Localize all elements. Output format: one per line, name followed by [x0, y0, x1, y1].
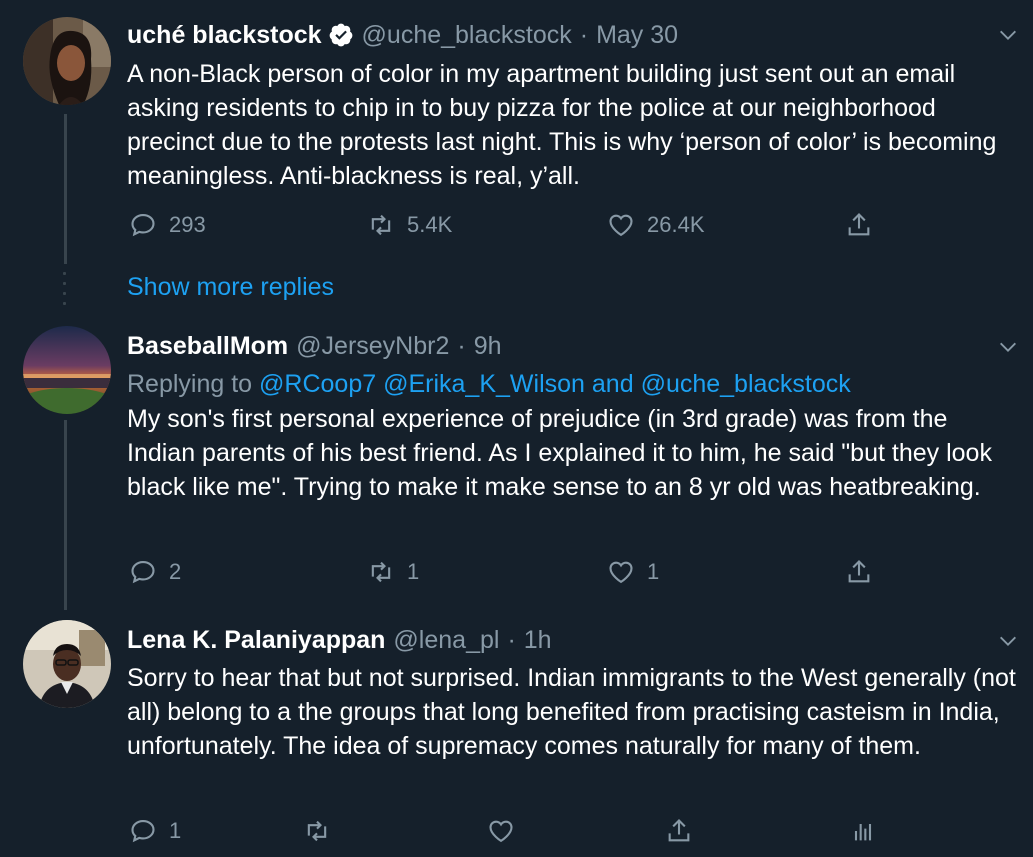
tweet-text: A non-Black person of color in my apartm…	[127, 60, 997, 190]
display-name[interactable]: uché blackstock	[127, 17, 322, 53]
retweet-button[interactable]	[303, 814, 331, 848]
display-name[interactable]: Lena K. Palaniyappan	[127, 622, 385, 658]
avatar[interactable]	[23, 17, 111, 105]
timestamp[interactable]: May 30	[596, 17, 678, 53]
retweet-icon	[371, 561, 391, 583]
mention-connector: and	[591, 370, 634, 398]
reply-button[interactable]: 2	[129, 555, 181, 589]
retweet-count: 1	[407, 559, 420, 584]
tweet-text: My son's first personal experience of pr…	[127, 405, 992, 501]
heart-icon	[489, 820, 513, 843]
mention-link[interactable]: @RCoop7	[259, 370, 376, 398]
avatar[interactable]	[23, 326, 111, 414]
reply-count: 2	[169, 559, 182, 584]
retweet-icon	[307, 820, 327, 842]
like-button[interactable]	[487, 814, 515, 848]
like-button[interactable]: 26.4K	[607, 208, 705, 242]
tweet-actions: 2 1 1	[127, 555, 1007, 589]
display-name[interactable]: BaseballMom	[127, 328, 288, 364]
handle[interactable]: @lena_pl	[393, 622, 499, 658]
avatar[interactable]	[23, 620, 111, 708]
retweet-icon	[371, 214, 391, 236]
verified-badge-icon	[328, 22, 354, 48]
handle[interactable]: @JerseyNbr2	[296, 328, 449, 364]
reply-icon	[131, 820, 155, 843]
analytics-icon	[854, 824, 872, 841]
timestamp[interactable]: 1h	[524, 622, 552, 658]
reply-button[interactable]: 293	[129, 208, 206, 242]
separator: ·	[457, 332, 466, 360]
thread-line	[64, 420, 67, 610]
heart-icon	[609, 561, 633, 584]
chevron-down-icon[interactable]	[997, 630, 1019, 652]
analytics-button[interactable]	[849, 814, 877, 848]
retweet-count: 5.4K	[407, 212, 453, 237]
tweet-header: Lena K. Palaniyappan @lena_pl · 1h	[127, 622, 552, 658]
retweet-button[interactable]: 1	[367, 555, 419, 589]
share-icon	[848, 560, 870, 583]
reply-icon	[131, 214, 155, 237]
like-count: 1	[647, 559, 660, 584]
share-button[interactable]	[845, 208, 873, 242]
thread-line	[64, 114, 67, 264]
tweet-actions: 1	[127, 814, 1007, 848]
reply-button[interactable]: 1	[129, 814, 181, 848]
reply-icon	[131, 561, 155, 584]
separator: ·	[507, 626, 516, 654]
show-more-replies-link[interactable]: Show more replies	[127, 270, 334, 304]
handle[interactable]: @uche_blackstock	[362, 17, 572, 53]
tweet-text: Sorry to hear that but not surprised. In…	[127, 664, 1016, 760]
replying-to-label: Replying to	[127, 370, 253, 398]
tweet-header: uché blackstock @uche_blackstock · May 3…	[127, 17, 678, 53]
thread-ellipsis	[63, 272, 67, 312]
chevron-down-icon[interactable]	[997, 336, 1019, 358]
mention-link[interactable]: @Erika_K_Wilson	[383, 370, 585, 398]
like-button[interactable]: 1	[607, 555, 659, 589]
retweet-button[interactable]: 5.4K	[367, 208, 452, 242]
heart-icon	[609, 214, 633, 237]
separator: ·	[579, 21, 589, 49]
mention-link[interactable]: @uche_blackstock	[641, 370, 851, 398]
reply-count: 293	[169, 212, 206, 237]
like-count: 26.4K	[647, 212, 705, 237]
tweet-header: BaseballMom @JerseyNbr2 · 9h	[127, 328, 502, 364]
share-button[interactable]	[845, 555, 873, 589]
chevron-down-icon[interactable]	[997, 24, 1019, 46]
tweet-actions: 293 5.4K 26.4K	[127, 208, 1007, 242]
timestamp[interactable]: 9h	[474, 328, 502, 364]
share-button[interactable]	[665, 814, 693, 848]
share-icon	[848, 213, 870, 236]
reply-count: 1	[169, 818, 182, 843]
replying-to: Replying to @RCoop7 @Erika_K_Wilson and …	[127, 367, 851, 401]
share-icon	[668, 819, 690, 842]
